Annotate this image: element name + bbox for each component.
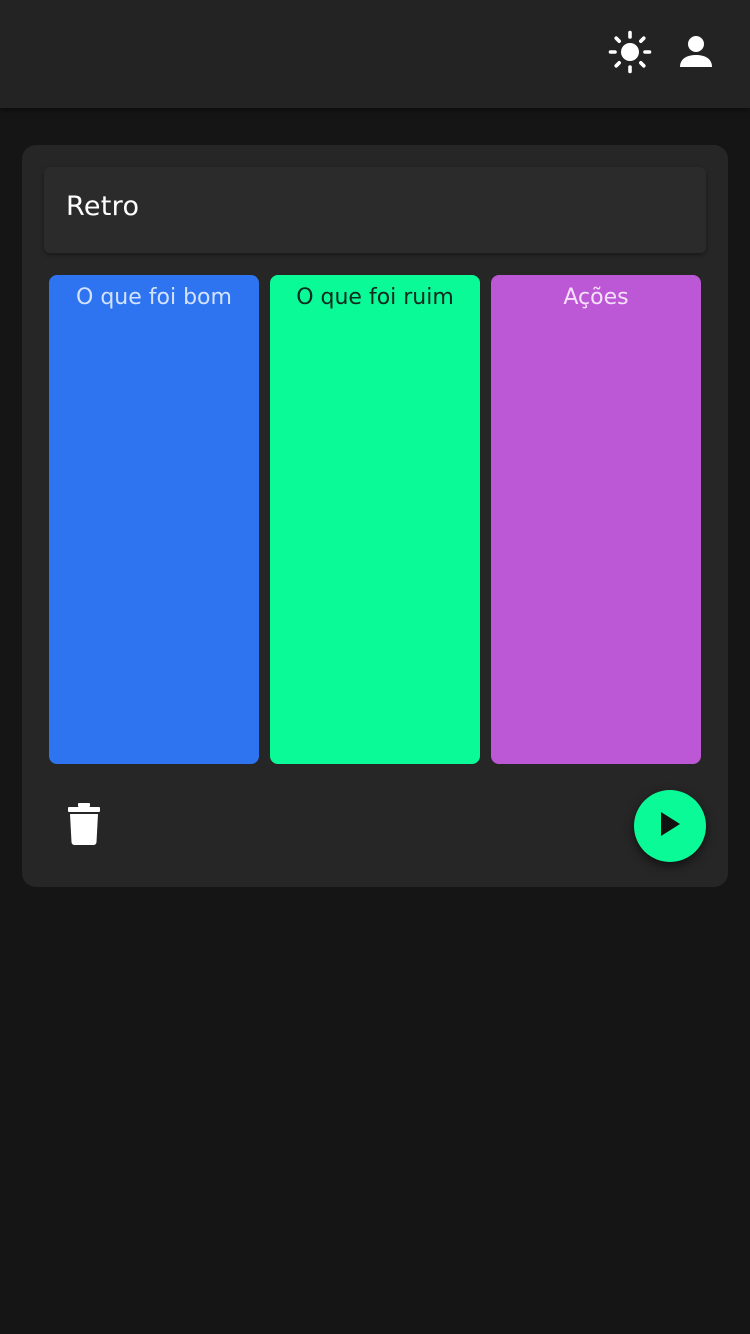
person-icon	[677, 33, 715, 75]
board-title: Retro	[66, 191, 140, 222]
theme-toggle-button[interactable]	[606, 30, 654, 78]
play-icon	[657, 810, 683, 842]
start-retro-button[interactable]	[634, 790, 706, 862]
column-good[interactable]: O que foi bom	[49, 275, 259, 764]
board-title-field[interactable]: Retro	[44, 167, 706, 253]
column-actions[interactable]: Ações	[491, 275, 701, 764]
delete-board-button[interactable]	[62, 801, 106, 851]
column-bad-title: O que foi ruim	[296, 285, 454, 310]
column-good-title: O que foi bom	[76, 285, 232, 310]
app-bar	[0, 0, 750, 108]
retro-board-card: Retro O que foi bom O que foi ruim Ações	[22, 145, 728, 887]
trash-icon	[67, 803, 101, 849]
column-bad[interactable]: O que foi ruim	[270, 275, 480, 764]
profile-button[interactable]	[672, 30, 720, 78]
column-actions-title: Ações	[563, 285, 629, 310]
sun-icon	[608, 30, 652, 78]
